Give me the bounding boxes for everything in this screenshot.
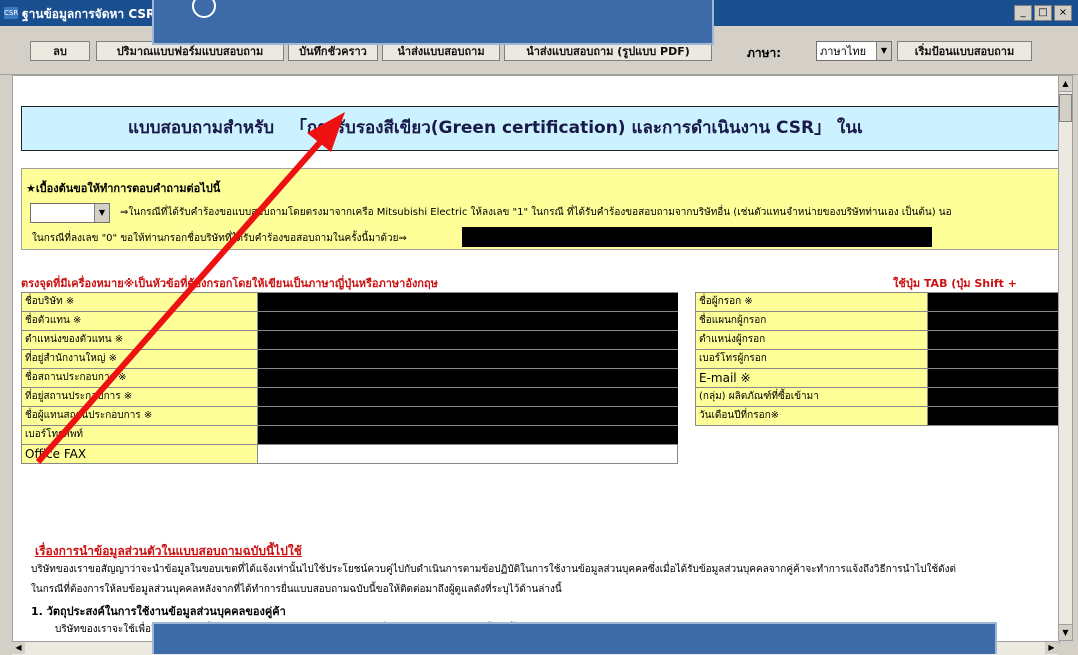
header-prefix: แบบสอบถามสำหรับ	[128, 118, 275, 138]
language-label: ภาษา:	[747, 46, 782, 60]
email-input[interactable]	[928, 369, 1059, 387]
source-select[interactable]: ▼	[30, 203, 110, 223]
field-label: ที่อยู่สำนักงานใหญ่ ※	[22, 350, 258, 368]
table-row: Office FAX	[22, 445, 678, 464]
field-label: ชื่อแผนกผู้กรอก	[696, 312, 928, 330]
notice-line-2: ในกรณีที่ลงเลข "0" ขอให้ท่านกรอกชื่อบริษ…	[32, 233, 407, 244]
table-row: ชื่อแผนกผู้กรอก	[696, 312, 1059, 331]
representative-name-input[interactable]	[258, 312, 678, 330]
date-input[interactable]	[928, 407, 1059, 425]
callout-number-circle	[192, 0, 216, 18]
field-label: E-mail ※	[696, 369, 928, 387]
field-label: ตำแหน่งผู้กรอก	[696, 331, 928, 349]
field-label: Office FAX	[22, 445, 258, 463]
callout-box-bottom	[152, 622, 997, 654]
survey-header: แบบสอบถามสำหรับ 「การรับรองสีเขียว(Green …	[21, 106, 1059, 151]
table-row: ที่อยู่สำนักงานใหญ่ ※	[22, 350, 678, 369]
table-row: ชื่อตัวแทน ※	[22, 312, 678, 331]
app-icon: CSR	[4, 7, 19, 19]
respondent-phone-input[interactable]	[928, 350, 1059, 368]
scroll-up-icon[interactable]: ▲	[1059, 76, 1072, 92]
scroll-right-icon[interactable]: ▶	[1045, 642, 1058, 654]
office-fax-input[interactable]	[258, 445, 678, 463]
table-row: เบอร์โทรผู้กรอก	[696, 350, 1059, 369]
site-address-input[interactable]	[258, 388, 678, 406]
table-row: ตำแหน่งผู้กรอก	[696, 331, 1059, 350]
field-label: ชื่อบริษัท ※	[22, 293, 258, 311]
privacy-line-1: บริษัทของเราขอสัญญาว่าจะนำข้อมูลในขอบเขต…	[31, 564, 957, 575]
minimize-button[interactable]: _	[1014, 5, 1032, 21]
table-row: ชื่อผู้กรอก ※	[696, 293, 1059, 312]
field-label: เบอร์โทรศัพท์	[22, 426, 258, 444]
respondent-info-table: ชื่อผู้กรอก ※ ชื่อแผนกผู้กรอก ตำแหน่งผู้…	[695, 292, 1059, 426]
notice-line-1: ⇒ในกรณีที่ได้รับคำร้องขอแบบสอบถามโดยตรงม…	[120, 207, 952, 218]
field-label: ตำแหน่งของตัวแทน ※	[22, 331, 258, 349]
respondent-name-input[interactable]	[928, 293, 1059, 311]
required-fields-note: ตรงจุดที่มีเครื่องหมาย※เป็นหัวข้อที่ต้อง…	[21, 277, 438, 290]
table-row: ชื่อสถานประกอบการ ※	[22, 369, 678, 388]
table-row: ชื่อผู้แทนสถานประกอบการ ※	[22, 407, 678, 426]
table-row: ชื่อบริษัท ※	[22, 293, 678, 312]
table-row: ตำแหน่งของตัวแทน ※	[22, 331, 678, 350]
privacy-item-1: 1. วัตถุประสงค์ในการใช้งานข้อมูลส่วนบุคค…	[31, 605, 286, 618]
site-name-input[interactable]	[258, 369, 678, 387]
start-survey-button[interactable]: เริ่มป้อนแบบสอบถาม	[897, 41, 1032, 61]
respondent-department-input[interactable]	[928, 312, 1059, 330]
phone-input[interactable]	[258, 426, 678, 444]
requesting-company-input[interactable]	[462, 227, 932, 247]
field-label: เบอร์โทรผู้กรอก	[696, 350, 928, 368]
close-button[interactable]: ×	[1054, 5, 1072, 21]
chevron-down-icon[interactable]: ▼	[876, 42, 891, 60]
notice-title: ★เบื้องต้นขอให้ทำการตอบคำถามต่อไปนี้	[26, 182, 221, 195]
maximize-button[interactable]: □	[1034, 5, 1052, 21]
scroll-down-icon[interactable]: ▼	[1059, 624, 1072, 640]
tab-key-note: ใช้ปุ่ม TAB (ปุ่ม Shift +	[893, 277, 1017, 290]
purchased-product-input[interactable]	[928, 388, 1059, 406]
field-label: (กลุ่ม) ผลิตภัณฑ์ที่ซื้อเข้ามา	[696, 388, 928, 406]
privacy-line-2: ในกรณีที่ต้องการให้ลบข้อมูลส่วนบุคคลหลัง…	[31, 584, 562, 595]
privacy-title[interactable]: เรื่องการนำข้อมูลส่วนตัวในแบบสอบถามฉบับน…	[35, 542, 302, 561]
field-label: ชื่อผู้กรอก ※	[696, 293, 928, 311]
table-row: ที่อยู่สถานประกอบการ ※	[22, 388, 678, 407]
callout-box-top	[152, 0, 714, 45]
vertical-scrollbar[interactable]: ▲ ▼	[1058, 75, 1073, 641]
scroll-left-icon[interactable]: ◀	[12, 642, 25, 654]
field-label: วันเดือนปีที่กรอก※	[696, 407, 928, 425]
field-label: ที่อยู่สถานประกอบการ ※	[22, 388, 258, 406]
survey-sheet: แบบสอบถามสำหรับ 「การรับรองสีเขียว(Green …	[12, 75, 1060, 643]
field-label: ชื่อตัวแทน ※	[22, 312, 258, 330]
table-row: เบอร์โทรศัพท์	[22, 426, 678, 445]
table-row: E-mail ※	[696, 369, 1059, 388]
company-name-input[interactable]	[258, 293, 678, 311]
respondent-position-input[interactable]	[928, 331, 1059, 349]
company-info-table: ชื่อบริษัท ※ ชื่อตัวแทน ※ ตำแหน่งของตัวแ…	[21, 292, 678, 464]
field-label: ชื่อผู้แทนสถานประกอบการ ※	[22, 407, 258, 425]
site-representative-input[interactable]	[258, 407, 678, 425]
table-row: วันเดือนปีที่กรอก※	[696, 407, 1059, 426]
table-row: (กลุ่ม) ผลิตภัณฑ์ที่ซื้อเข้ามา	[696, 388, 1059, 407]
head-office-address-input[interactable]	[258, 350, 678, 368]
scroll-thumb[interactable]	[1059, 94, 1072, 122]
language-select[interactable]: ภาษาไทย ▼	[816, 41, 892, 61]
field-label: ชื่อสถานประกอบการ ※	[22, 369, 258, 387]
delete-button[interactable]: ลบ	[30, 41, 90, 61]
representative-position-input[interactable]	[258, 331, 678, 349]
language-value: ภาษาไทย	[820, 45, 867, 58]
header-title: 「การรับรองสีเขียว(Green certification) แ…	[289, 118, 863, 138]
initial-question-box: ★เบื้องต้นขอให้ทำการตอบคำถามต่อไปนี้ ▼ ⇒…	[21, 168, 1059, 250]
chevron-down-icon[interactable]: ▼	[94, 204, 109, 222]
